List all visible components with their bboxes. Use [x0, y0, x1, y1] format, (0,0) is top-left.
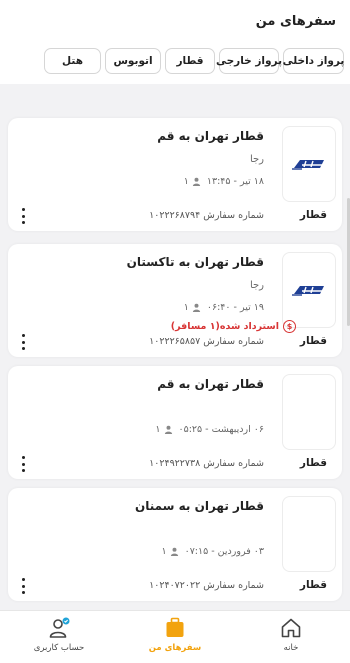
- trip-date-time: ۱۸ تیر - ۱۳:۴۵: [206, 176, 264, 187]
- trip-date-time: ۰۶ اردیبهشت - ۰۵:۲۵: [178, 424, 264, 435]
- trip-title: قطار تهران به تاکستان: [126, 255, 264, 269]
- user-account-icon: [49, 617, 70, 638]
- nav-account[interactable]: حساب کاربری: [14, 616, 104, 660]
- trip-title: قطار تهران به قم: [157, 129, 264, 143]
- nav-home[interactable]: خانه: [246, 616, 336, 660]
- trip-date-time: ۱۹ تیر - ۰۶:۴۰: [206, 302, 264, 313]
- trip-meta: ۰۶ اردیبهشت - ۰۵:۲۵ ۱: [155, 424, 264, 435]
- raja-train-logo: [282, 126, 336, 202]
- passenger-count-value: ۱: [161, 546, 167, 557]
- tab-train[interactable]: قطار: [165, 48, 215, 74]
- passenger-count-value: ۱: [155, 424, 161, 435]
- tab-domestic-flight[interactable]: پرواز داخلی: [283, 48, 344, 74]
- nav-home-label: خانه: [283, 643, 299, 653]
- bottom-navigation: خانه سفرهای من حساب کاربری: [0, 610, 350, 663]
- train-company: رجا: [249, 280, 264, 291]
- trip-title: قطار تهران به قم: [157, 377, 264, 391]
- home-icon: [281, 618, 301, 638]
- order-number: شماره سفارش ۱۰۲۲۲۶۸۷۹۴: [149, 210, 264, 221]
- more-options-icon[interactable]: [18, 334, 28, 350]
- trip-type-tabs: پرواز داخلی پرواز خارجی قطار اتوبوس هتل: [6, 48, 344, 74]
- passenger-count: ۱: [184, 176, 201, 187]
- trip-type-label: قطار: [299, 457, 327, 469]
- trip-card-footer: قطار شماره سفارش ۱۰۲۲۲۶۸۷۹۴: [8, 203, 342, 231]
- trip-card[interactable]: قطار تهران به قم رجا ۱۸ تیر - ۱۳:۴۵ ۱ قط…: [8, 118, 342, 231]
- train-logo-placeholder: [282, 496, 336, 572]
- tab-international-flight[interactable]: پرواز خارجی: [216, 48, 282, 74]
- trip-card-footer: قطار شماره سفارش ۱۰۲۴۰۷۲۰۲۲: [8, 573, 342, 601]
- passenger-count: ۱: [161, 546, 178, 557]
- train-company: رجا: [249, 154, 264, 165]
- trip-meta: ۰۳ فروردین - ۰۷:۱۵ ۱: [161, 546, 264, 557]
- order-number: شماره سفارش ۱۰۲۴۰۷۲۰۲۲: [149, 580, 264, 591]
- trip-type-label: قطار: [299, 335, 327, 347]
- page-title: سفرهای من: [255, 14, 336, 29]
- order-number: شماره سفارش ۱۰۲۴۹۲۲۷۳۸: [149, 458, 264, 469]
- train-logo-placeholder: [282, 374, 336, 450]
- more-options-icon[interactable]: [18, 578, 28, 594]
- person-icon: [192, 177, 201, 186]
- trip-type-label: قطار: [299, 579, 327, 591]
- passenger-count: ۱: [184, 302, 201, 313]
- person-icon: [164, 425, 172, 434]
- passenger-count-value: ۱: [183, 302, 189, 313]
- person-icon: [170, 547, 178, 556]
- trip-title: قطار تهران به سمنان: [134, 499, 264, 513]
- trip-card[interactable]: قطار تهران به سمنان ۰۳ فروردین - ۰۷:۱۵ ۱…: [8, 488, 342, 601]
- trip-card-footer: قطار شماره سفارش ۱۰۲۲۲۶۵۸۵۷: [8, 329, 342, 357]
- tab-bus[interactable]: اتوبوس: [105, 48, 161, 74]
- suitcase-icon: [166, 617, 184, 637]
- trip-meta: ۱۸ تیر - ۱۳:۴۵ ۱: [184, 176, 264, 187]
- order-number: شماره سفارش ۱۰۲۲۲۶۵۸۵۷: [149, 336, 264, 347]
- trip-type-label: قطار: [299, 209, 327, 221]
- passenger-count-value: ۱: [183, 176, 189, 187]
- nav-my-trips[interactable]: سفرهای من: [130, 616, 220, 660]
- more-options-icon[interactable]: [18, 456, 28, 472]
- more-options-icon[interactable]: [18, 208, 28, 224]
- raja-train-logo: [282, 252, 336, 328]
- person-icon: [192, 303, 201, 312]
- passenger-count: ۱: [155, 424, 172, 435]
- nav-account-label: حساب کاربری: [33, 643, 85, 653]
- tab-hotel[interactable]: هتل: [44, 48, 101, 74]
- trip-date-time: ۰۳ فروردین - ۰۷:۱۵: [184, 546, 264, 557]
- nav-my-trips-label: سفرهای من: [148, 643, 202, 653]
- trip-card[interactable]: قطار تهران به تاکستان رجا ۱۹ تیر - ۰۶:۴۰…: [8, 244, 342, 357]
- trip-card-footer: قطار شماره سفارش ۱۰۲۴۹۲۲۷۳۸: [8, 451, 342, 479]
- trip-meta: ۱۹ تیر - ۰۶:۴۰ ۱: [184, 302, 264, 313]
- app-header: سفرهای من پرواز داخلی پرواز خارجی قطار ا…: [0, 0, 350, 84]
- trip-card[interactable]: قطار تهران به قم ۰۶ اردیبهشت - ۰۵:۲۵ ۱ ق…: [8, 366, 342, 479]
